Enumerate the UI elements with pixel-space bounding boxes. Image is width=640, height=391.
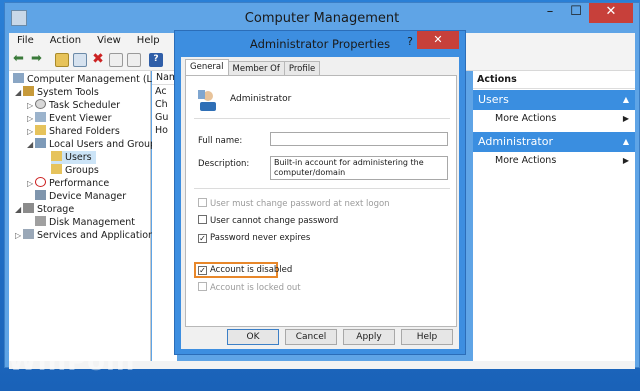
checkmark-icon: ✓	[198, 234, 207, 243]
more-actions-link[interactable]: More Actions	[473, 152, 635, 170]
close-button[interactable]: ✕	[589, 3, 633, 23]
window-controls: – ☐ ✕	[537, 3, 633, 25]
disk-icon	[35, 216, 46, 226]
user-account-icon	[198, 90, 216, 111]
apply-button[interactable]: Apply	[343, 329, 395, 345]
description-label: Description:	[198, 159, 250, 169]
tab-general[interactable]: General	[185, 59, 229, 75]
shared-folder-icon	[35, 125, 46, 135]
menu-help[interactable]: Help	[129, 33, 168, 49]
checkbox-box	[198, 198, 207, 207]
storage-icon	[23, 203, 34, 213]
cancel-button[interactable]: Cancel	[285, 329, 337, 345]
folder-icon	[51, 151, 62, 161]
services-icon	[23, 229, 34, 239]
account-locked-out-checkbox[interactable]: Account is locked out	[198, 282, 301, 294]
tree-item-local-users-and-groups[interactable]: ◢ Local Users and Groups	[27, 138, 161, 151]
event-viewer-icon	[35, 112, 46, 122]
folder-icon	[51, 164, 62, 174]
menu-view[interactable]: View	[89, 33, 129, 49]
more-actions-link[interactable]: More Actions	[473, 110, 635, 128]
export-list-icon[interactable]	[127, 52, 141, 67]
back-arrow-icon[interactable]: ⬅	[13, 52, 27, 67]
full-name-label: Full name:	[198, 136, 243, 146]
checkmark-icon: ✓	[198, 266, 207, 275]
tree-item-users[interactable]: Users	[51, 151, 96, 164]
divider	[194, 118, 450, 119]
console-tree: Computer Management (Local) ◢ System Tool…	[9, 71, 175, 361]
checkbox-box	[198, 282, 207, 291]
show-hide-tree-icon[interactable]	[73, 52, 87, 67]
tree-item-disk-management[interactable]: Disk Management	[35, 216, 135, 229]
dialog-body: General Member Of Profile Administrator …	[181, 57, 459, 349]
maximize-button[interactable]: ☐	[563, 3, 589, 23]
tree-item-system-tools[interactable]: ◢ System Tools	[15, 86, 99, 99]
tree-item-services-and-applications[interactable]: ▷ Services and Applications	[15, 229, 159, 242]
watermark: WinPoin	[8, 347, 136, 377]
full-name-field[interactable]	[270, 132, 448, 146]
tree-item-computer-management[interactable]: Computer Management (Local)	[13, 73, 175, 86]
help-button[interactable]: Help	[401, 329, 453, 345]
device-manager-icon	[35, 190, 46, 200]
account-username: Administrator	[230, 94, 292, 104]
administrator-properties-dialog: Administrator Properties ? ✕ General Mem…	[174, 30, 466, 355]
tree-item-storage[interactable]: ◢ Storage	[15, 203, 74, 216]
tools-icon	[23, 86, 34, 96]
clock-icon	[35, 99, 46, 109]
computer-icon	[13, 73, 24, 83]
actions-section-users[interactable]: Users	[473, 90, 635, 110]
password-never-expires-checkbox[interactable]: ✓ Password never expires	[198, 232, 310, 244]
description-field[interactable]: Built-in account for administering the c…	[270, 156, 448, 180]
delete-icon[interactable]: ✖	[91, 52, 105, 67]
cannot-change-password-checkbox[interactable]: User cannot change password	[198, 215, 338, 227]
menu-action[interactable]: Action	[42, 33, 89, 49]
tree-item-device-manager[interactable]: Device Manager	[35, 190, 126, 203]
tree-item-groups[interactable]: Groups	[51, 164, 99, 177]
users-groups-icon	[35, 138, 46, 148]
dialog-buttons: OK Cancel Apply Help	[181, 329, 459, 345]
ok-button[interactable]: OK	[227, 329, 279, 345]
tab-profile[interactable]: Profile	[283, 61, 321, 75]
dialog-close-button[interactable]: ✕	[417, 31, 459, 49]
tree-item-task-scheduler[interactable]: ▷ Task Scheduler	[27, 99, 120, 112]
actions-section-administrator[interactable]: Administrator	[473, 132, 635, 152]
must-change-password-checkbox[interactable]: User must change password at next logon	[198, 198, 390, 210]
up-folder-icon[interactable]	[55, 52, 69, 67]
tab-member-of[interactable]: Member Of	[227, 61, 285, 75]
properties-icon[interactable]	[109, 52, 123, 67]
dialog-tabs: General Member Of Profile	[185, 59, 321, 75]
account-disabled-checkbox[interactable]: ✓ Account is disabled	[198, 264, 292, 276]
menu-file[interactable]: File	[9, 33, 42, 49]
forward-arrow-icon[interactable]: ➡	[31, 52, 45, 67]
actions-header: Actions	[473, 71, 635, 89]
actions-pane: Actions Users More Actions Administrator…	[473, 71, 635, 361]
tree-item-event-viewer[interactable]: ▷ Event Viewer	[27, 112, 112, 125]
general-tab-panel: Administrator Full name: Description: Bu…	[185, 75, 457, 327]
checkbox-box	[198, 215, 207, 224]
performance-icon	[35, 177, 46, 187]
dialog-help-button[interactable]: ?	[407, 35, 413, 48]
tree-item-performance[interactable]: ▷ Performance	[27, 177, 109, 190]
minimize-button[interactable]: –	[537, 3, 563, 23]
divider	[194, 188, 450, 189]
help-icon[interactable]: ?	[149, 52, 163, 67]
tree-item-shared-folders[interactable]: ▷ Shared Folders	[27, 125, 120, 138]
